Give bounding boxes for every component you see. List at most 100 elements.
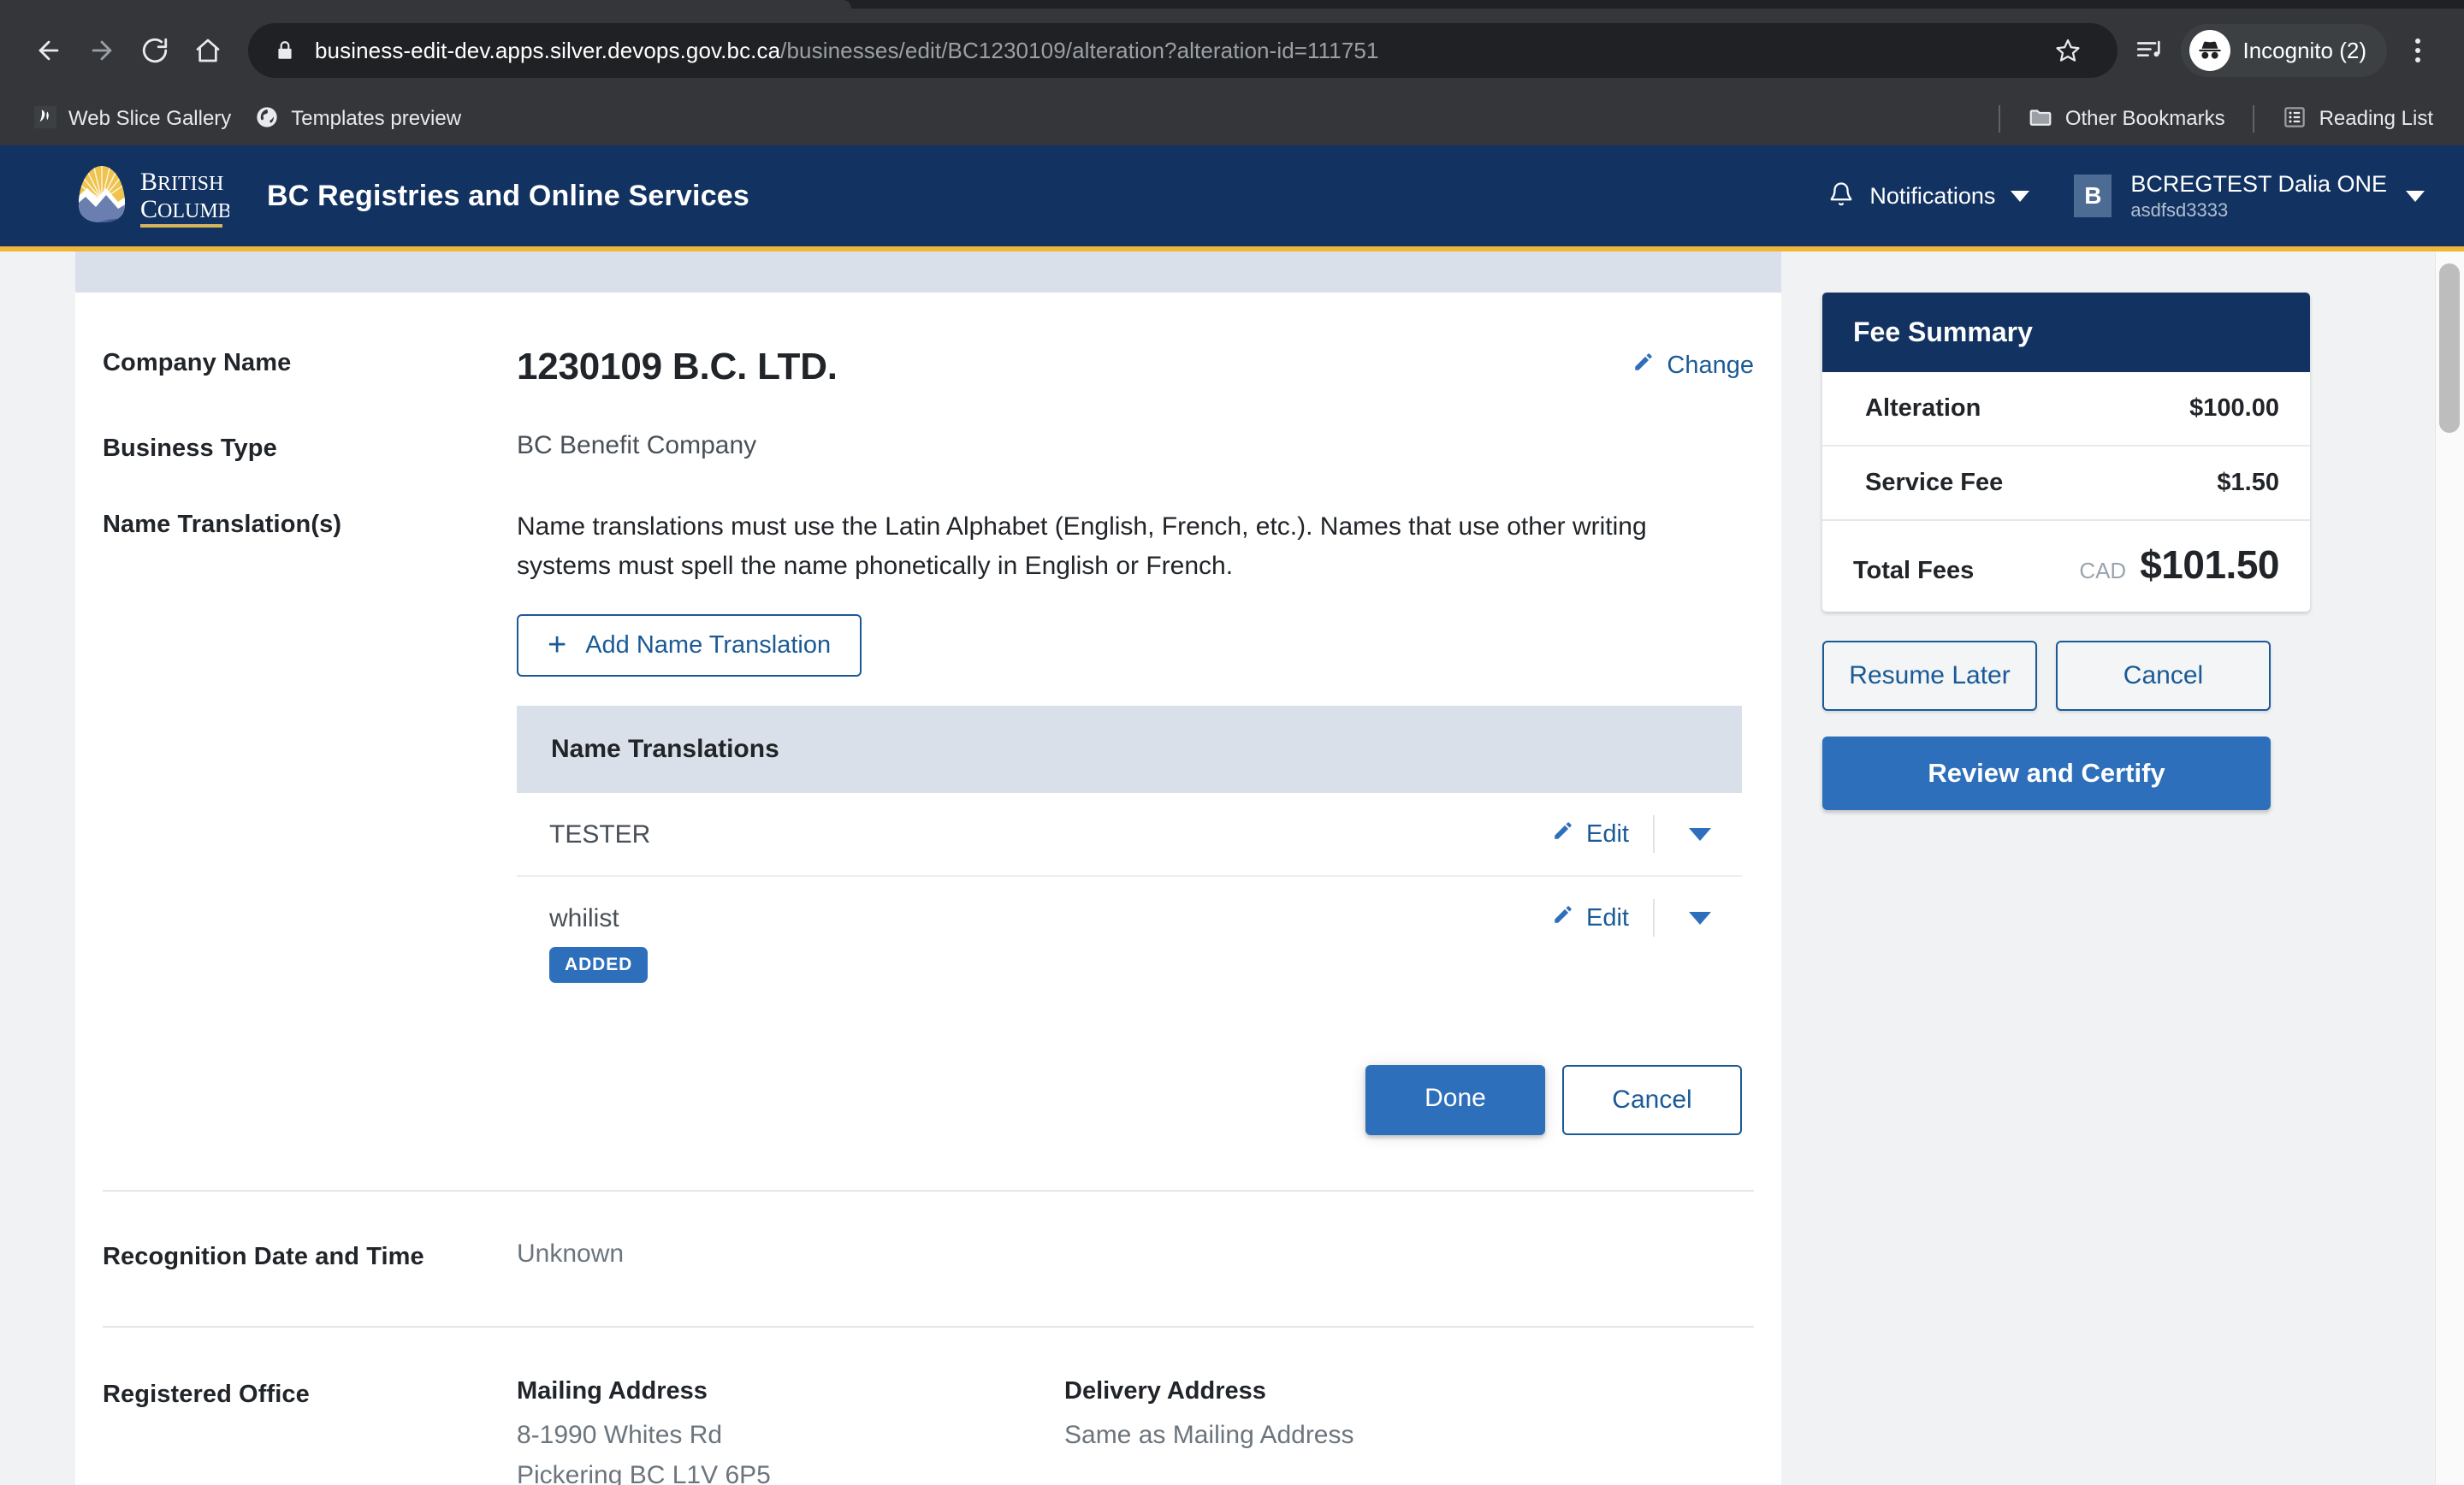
address-bar[interactable]: business-edit-dev.apps.silver.devops.gov… (248, 23, 2118, 78)
translations-form-actions: Done Cancel (517, 1065, 1742, 1136)
recognition-date-value: Unknown (517, 1239, 625, 1269)
bookmark-templates-preview[interactable]: Templates preview (243, 100, 473, 139)
media-list-icon[interactable] (2123, 24, 2176, 77)
url-path: /businesses/edit/BC1230109/alteration?al… (780, 37, 1379, 63)
name-translations-table: Name Translations TESTER Edit whilist AD… (517, 706, 1742, 1006)
edit-label: Edit (1586, 903, 1629, 932)
bookmark-label: Web Slice Gallery (68, 107, 232, 130)
chevron-down-icon (2011, 190, 2030, 202)
recognition-date-label: Recognition Date and Time (103, 1243, 424, 1271)
reading-list-button[interactable]: Reading List (2270, 99, 2445, 139)
bell-icon (1828, 180, 1854, 213)
header-right: Notifications B BCREGTEST Dalia ONE asdf… (1828, 171, 2425, 221)
page-scrollbar[interactable] (2435, 251, 2464, 1485)
address-columns: Mailing Address 8-1990 Whites Rd Pickeri… (517, 1377, 1754, 1485)
divider (1998, 105, 2000, 133)
notifications-menu[interactable]: Notifications (1828, 180, 2052, 213)
delivery-address-column: Delivery Address Same as Mailing Address (1064, 1377, 1612, 1485)
notifications-label: Notifications (1869, 182, 1996, 209)
translation-cell: TESTER (549, 815, 650, 849)
add-name-translation-label: Add Name Translation (585, 631, 832, 660)
table-row: whilist ADDED Edit (517, 877, 1742, 1006)
translation-cell: whilist ADDED (549, 899, 649, 984)
sidebar: Fee Summary Alteration $100.00 Service F… (1781, 251, 2310, 810)
chevron-down-icon (2406, 190, 2425, 202)
web-slice-icon (34, 105, 56, 133)
name-translations-content: Name translations must use the Latin Alp… (517, 507, 1754, 1136)
chevron-down-icon (1689, 827, 1711, 841)
tab-strip[interactable] (0, 0, 2464, 9)
incognito-icon (2189, 30, 2231, 71)
total-fees-amount: $101.50 (2140, 542, 2279, 587)
pencil-icon (1552, 819, 1574, 849)
home-button[interactable] (181, 24, 234, 77)
bc-government-logo[interactable]: BRITISH COLUMBIA (72, 159, 229, 233)
fee-total-row: Total Fees CAD $101.50 (1822, 519, 2310, 612)
add-name-translation-button[interactable]: + Add Name Translation (517, 614, 862, 677)
profile-incognito-button[interactable]: Incognito (2) (2181, 24, 2387, 77)
page-body: Company Name 1230109 B.C. LTD. Change Bu… (0, 251, 2464, 1485)
translation-name: TESTER (549, 820, 651, 849)
reading-list-icon (2282, 104, 2307, 134)
name-translations-description: Name translations must use the Latin Alp… (517, 512, 1647, 580)
edit-translation-button[interactable]: Edit (1552, 900, 1653, 936)
account-sub: asdfsd3333 (2130, 198, 2229, 221)
main-content-card: Company Name 1230109 B.C. LTD. Change Bu… (75, 251, 1781, 1485)
total-fees-label: Total Fees (1853, 557, 1975, 584)
mailing-address-title: Mailing Address (517, 1377, 708, 1405)
mailing-address-line: Pickering BC L1V 6P5 (517, 1460, 771, 1485)
change-company-name-button[interactable]: Change (1632, 346, 1754, 380)
row-menu-button[interactable] (1655, 908, 1742, 928)
sidebar-cancel-button[interactable]: Cancel (2056, 641, 2271, 711)
bookmark-label: Reading List (2319, 107, 2433, 130)
card-top-band (75, 251, 1781, 293)
account-menu[interactable]: B BCREGTEST Dalia ONE asdfsd3333 (2052, 171, 2425, 221)
row-menu-button[interactable] (1655, 825, 1742, 844)
globe-icon (255, 105, 279, 133)
sidebar-secondary-actions: Resume Later Cancel (1822, 641, 2271, 711)
business-type-row: Business Type BC Benefit Company (103, 388, 1781, 463)
name-translations-label: Name Translation(s) (103, 511, 342, 538)
account-text: BCREGTEST Dalia ONE asdfsd3333 (2130, 171, 2387, 221)
edit-translation-button[interactable]: Edit (1552, 816, 1653, 852)
pencil-icon (1552, 903, 1574, 932)
app-title: BC Registries and Online Services (267, 179, 750, 212)
svg-text:BRITISH: BRITISH (140, 168, 223, 196)
bookmark-web-slice-gallery[interactable]: Web Slice Gallery (22, 101, 243, 138)
done-button[interactable]: Done (1365, 1065, 1545, 1136)
mailing-address-line: 8-1990 Whites Rd (517, 1421, 723, 1450)
url-text: business-edit-dev.apps.silver.devops.gov… (315, 38, 1379, 64)
registered-office-content: Mailing Address 8-1990 Whites Rd Pickeri… (517, 1377, 1754, 1485)
table-row: TESTER Edit (517, 793, 1742, 878)
resume-later-button[interactable]: Resume Later (1822, 641, 2037, 711)
bookmarks-bar-right: Other Bookmarks Reading List (1983, 99, 2445, 139)
plus-icon: + (548, 627, 567, 664)
delivery-address-title: Delivery Address (1064, 1377, 1266, 1405)
total-fees-value-wrap: CAD $101.50 (2079, 541, 2279, 588)
scrollbar-thumb[interactable] (2439, 263, 2460, 433)
cancel-button[interactable]: Cancel (1562, 1065, 1742, 1136)
fee-summary-title: Fee Summary (1822, 293, 2310, 372)
content-wrapper: Company Name 1230109 B.C. LTD. Change Bu… (0, 251, 2464, 1485)
url-host: business-edit-dev.apps.silver.devops.gov… (315, 37, 781, 63)
profile-label: Incognito (2) (2242, 37, 2366, 63)
company-name-value-wrap: 1230109 B.C. LTD. Change (517, 346, 1754, 388)
reload-button[interactable] (128, 24, 181, 77)
folder-icon (2028, 104, 2053, 134)
back-button[interactable] (22, 24, 75, 77)
review-and-certify-button[interactable]: Review and Certify (1822, 737, 2271, 810)
mailing-address-column: Mailing Address 8-1990 Whites Rd Pickeri… (517, 1377, 1064, 1485)
fee-label: Alteration (1865, 394, 1981, 422)
other-bookmarks-button[interactable]: Other Bookmarks (2016, 99, 2237, 139)
bookmark-label: Templates preview (291, 107, 462, 130)
registered-office-label: Registered Office (103, 1381, 310, 1409)
fee-row-alteration: Alteration $100.00 (1822, 372, 2310, 447)
browser-menu-button[interactable] (2394, 24, 2442, 77)
row-actions: Edit (1552, 815, 1742, 854)
bookmark-star-icon[interactable] (2044, 27, 2092, 74)
delivery-address-value: Same as Mailing Address (1064, 1421, 1354, 1450)
forward-button[interactable] (75, 24, 128, 77)
pencil-icon (1632, 351, 1655, 380)
browser-toolbar: business-edit-dev.apps.silver.devops.gov… (0, 9, 2464, 92)
business-type-label: Business Type (103, 435, 277, 462)
